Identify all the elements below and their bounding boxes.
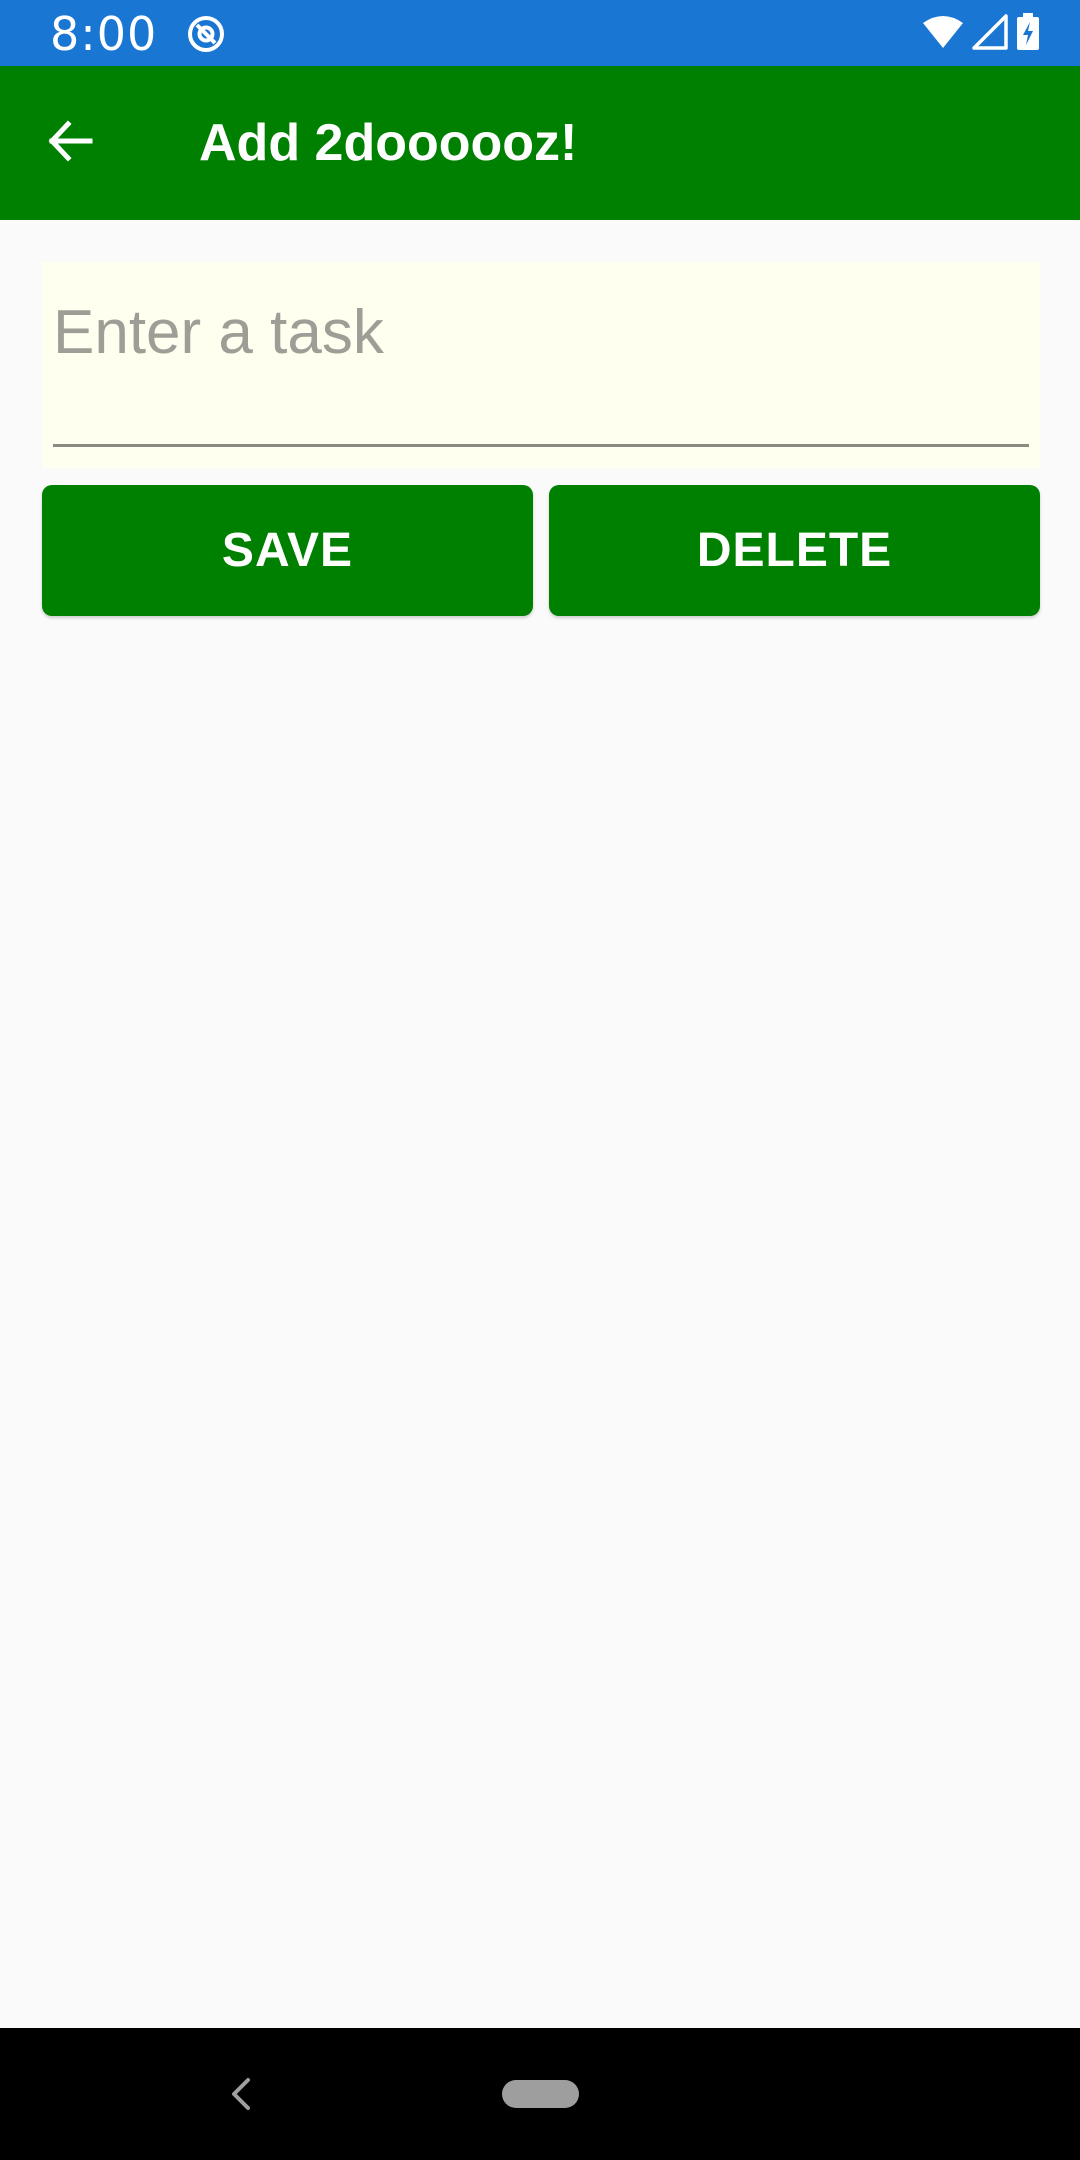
status-icons	[922, 12, 1040, 56]
back-button[interactable]	[30, 103, 110, 183]
chevron-left-icon[interactable]	[220, 2072, 264, 2116]
task-input-container	[42, 262, 1040, 468]
screen: 8:00 Add 2doooooz! Enter a task SAVE DEL…	[0, 0, 1080, 2160]
app-bar: Add 2doooooz!	[0, 66, 1080, 220]
status-bar: 8:00	[0, 0, 1080, 66]
at-sign-icon	[186, 14, 226, 54]
navigation-bar	[0, 2028, 1080, 2160]
signal-icon	[972, 13, 1008, 55]
task-input[interactable]	[53, 272, 1029, 392]
status-time: 8:00	[50, 7, 158, 61]
input-underline	[53, 444, 1029, 447]
wifi-icon	[922, 15, 964, 54]
page-title: Add 2doooooz!	[199, 114, 578, 172]
home-pill-icon[interactable]	[502, 2080, 579, 2108]
battery-charging-icon	[1016, 12, 1040, 56]
save-button[interactable]: SAVE	[42, 485, 533, 616]
delete-button[interactable]: DELETE	[549, 485, 1040, 616]
arrow-left-icon	[46, 117, 94, 170]
